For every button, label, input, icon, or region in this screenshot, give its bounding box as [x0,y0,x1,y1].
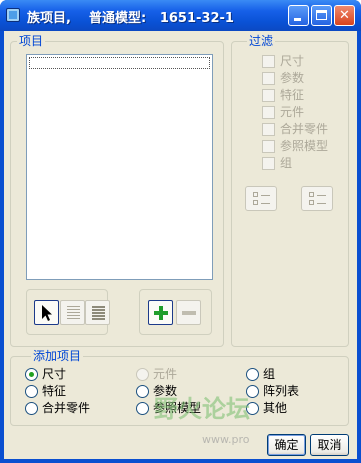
maximize-button[interactable] [311,5,332,26]
checkbox-label: 元件 [280,105,305,119]
close-icon: ✕ [339,8,350,23]
window-title: 族项目, 普通模型: 1651-32-1 [27,11,234,26]
add-remove-panel [139,289,212,335]
list-sparse-icon [67,306,80,320]
list-dense-icon [92,306,105,320]
radio-button[interactable] [25,385,38,398]
watermark-url: www.pro [202,433,250,446]
checkbox-label: 参数 [280,71,305,85]
checkbox-label: 参照模型 [280,139,329,153]
minus-icon [182,311,196,315]
checkbox-label: 组 [280,156,293,170]
items-listbox[interactable] [26,54,213,280]
maximize-icon [316,10,327,20]
add-items-legend: 添加项目 [31,349,84,363]
radio-label: 元件 [153,367,178,381]
add-items-group: 添加项目 尺寸 元件 组 特征 参数 阵列表 合并零件 参照模型 其他 [10,349,349,426]
list-sparse-button[interactable] [60,300,85,325]
check-all-button[interactable] [245,186,277,211]
radio-label: 阵列表 [263,384,300,398]
close-button[interactable]: ✕ [334,5,355,26]
ok-button[interactable]: 确定 [267,434,306,456]
radio-label: 参数 [153,384,178,398]
minimize-icon [294,18,301,21]
radio-label: 其他 [263,401,288,415]
list-focus-row[interactable] [29,57,210,69]
radio-label: 特征 [42,384,67,398]
pointer-button[interactable] [34,300,59,325]
plus-icon [154,306,168,320]
uncheck-all-button[interactable] [301,186,333,211]
pointer-icon [42,305,52,321]
radio-label: 尺寸 [42,367,67,381]
checkbox-box[interactable] [262,140,275,153]
list-dense-button[interactable] [85,300,110,325]
radio-button[interactable] [246,402,259,415]
radio-button[interactable] [25,402,38,415]
checkbox-box[interactable] [262,123,275,136]
radio-label: 合并零件 [42,401,91,415]
checkbox-label: 合并零件 [280,122,329,136]
cancel-button[interactable]: 取消 [310,434,349,456]
items-group: 项目 [10,34,224,347]
radio-button[interactable] [246,385,259,398]
radio-button[interactable] [136,385,149,398]
radio-button[interactable] [136,402,149,415]
window-icon [6,8,20,22]
filter-legend: 过滤 [247,34,276,48]
checkbox-box[interactable] [262,157,275,170]
items-legend: 项目 [17,34,46,48]
checkbox-box[interactable] [262,89,275,102]
radio-button[interactable] [136,368,149,381]
radio-button[interactable] [246,368,259,381]
remove-button[interactable] [176,300,201,325]
radio-button[interactable] [25,368,38,381]
dialog-client-area: 项目 过滤 尺寸 参数 特征 元件 合并零件 参照模型 组 添加项目 尺寸 元件… [4,31,357,459]
radio-label: 参照模型 [153,401,202,415]
checkbox-label: 尺寸 [280,54,305,68]
checkbox-box[interactable] [262,72,275,85]
minimize-button[interactable] [288,5,309,26]
checkbox-label: 特征 [280,88,305,102]
radio-label: 组 [263,367,276,381]
add-button[interactable] [148,300,173,325]
select-mode-panel [26,289,110,335]
filter-group: 过滤 尺寸 参数 特征 元件 合并零件 参照模型 组 [231,34,349,347]
checkbox-box[interactable] [262,55,275,68]
title-bar[interactable]: 族项目, 普通模型: 1651-32-1 ✕ [0,0,361,31]
checkbox-box[interactable] [262,106,275,119]
dialog-window: 族项目, 普通模型: 1651-32-1 ✕ 项目 过滤 尺寸 参数 特征 元件… [0,0,361,463]
